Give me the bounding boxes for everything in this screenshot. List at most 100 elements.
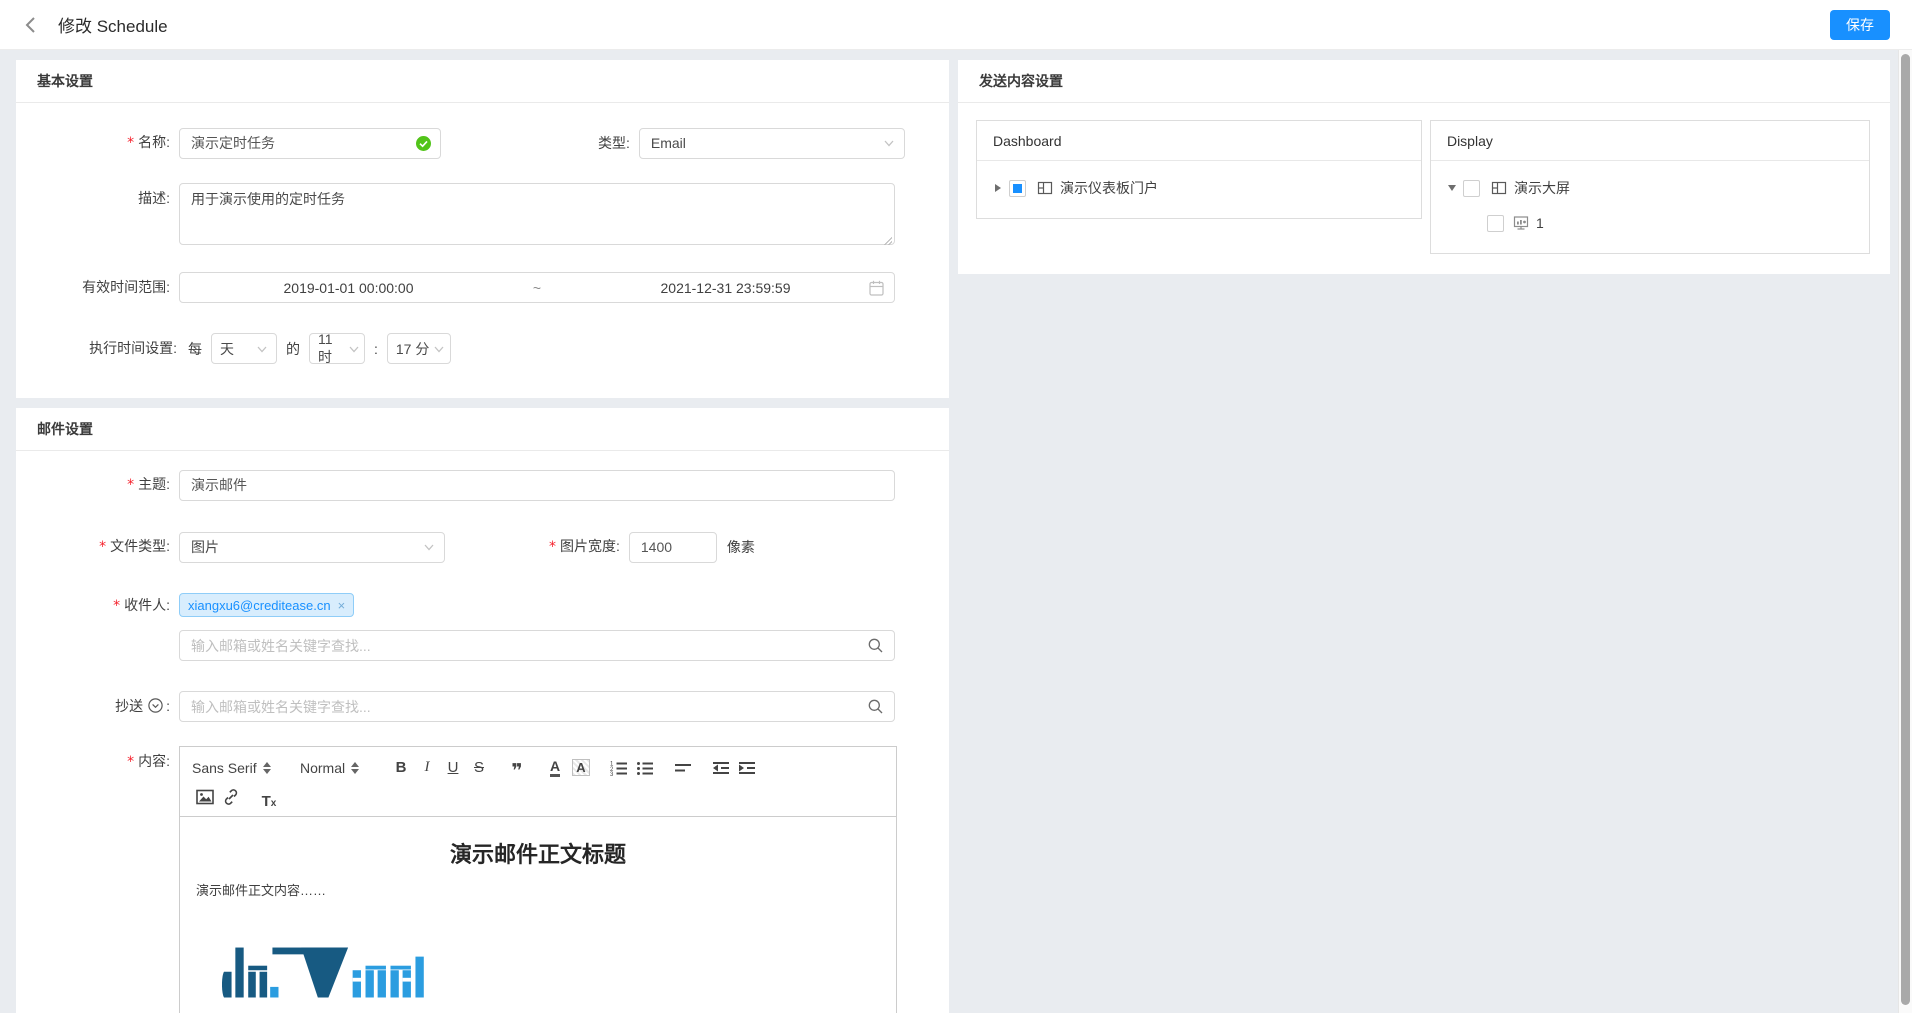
date-range-picker[interactable]: 2019-01-01 00:00:00 ~ 2021-12-31 23:59:5… (179, 272, 895, 303)
description-field-wrap: 用于演示使用的定时任务 (179, 183, 895, 248)
display-tree-item[interactable]: 演示大屏 (1441, 176, 1857, 200)
dashboard-tree: 演示仪表板门户 (977, 161, 1421, 218)
insert-link-button[interactable] (218, 785, 244, 809)
display-panel-title: Display (1431, 121, 1869, 161)
insert-image-button[interactable] (192, 785, 218, 809)
strikethrough-button[interactable]: S (466, 756, 492, 780)
frequency-select[interactable]: 天 (211, 333, 277, 364)
required-mark: * (113, 598, 120, 614)
required-mark: * (127, 477, 134, 493)
cc-search-input[interactable] (179, 691, 895, 722)
content-label: *内容: (16, 746, 179, 778)
dashboard-checkbox-indeterminate[interactable] (1009, 180, 1026, 197)
recipient-tag[interactable]: xiangxu6@creditease.cn × (179, 593, 354, 617)
clear-format-button[interactable]: Tx (256, 785, 282, 809)
display-item-label: 演示大屏 (1514, 178, 1570, 198)
background-color-button[interactable]: A (568, 756, 594, 780)
layout-icon (1037, 180, 1053, 196)
type-select[interactable]: Email (639, 128, 905, 159)
mail-body-text: 演示邮件正文内容…… (196, 880, 880, 899)
display-child-label: 1 (1536, 215, 1544, 231)
chevron-left-icon (22, 16, 40, 34)
indent-icon (738, 759, 756, 777)
frequency-value: 天 (220, 339, 256, 359)
cc-label: 抄送: (16, 691, 179, 722)
outdent-button[interactable] (708, 756, 734, 780)
collapse-caret[interactable] (1441, 185, 1463, 191)
subject-input[interactable] (179, 470, 895, 501)
display-tree-child-item[interactable]: 1 (1441, 211, 1857, 235)
valid-range-label: 有效时间范围: (16, 272, 179, 303)
minute-value: 17 分 (396, 339, 433, 359)
required-mark: * (127, 754, 134, 770)
caret-down-icon (1448, 185, 1456, 191)
range-end-value: 2021-12-31 23:59:59 (557, 280, 894, 296)
basic-settings-title: 基本设置 (16, 60, 949, 103)
back-button[interactable] (18, 12, 44, 38)
bold-button[interactable]: B (388, 756, 414, 780)
editor-content-area[interactable]: 演示邮件正文标题 演示邮件正文内容…… (180, 817, 896, 1013)
expand-caret[interactable] (987, 184, 1009, 192)
filetype-select[interactable]: 图片 (179, 532, 445, 563)
picker-arrows-icon (351, 762, 359, 774)
toolbar-row-1: Sans Serif Normal B I U S (192, 754, 886, 781)
text-color-letter: A (550, 759, 560, 777)
page-title: 修改 Schedule (58, 12, 168, 37)
name-type-row: *名称: 类型: Email (16, 127, 913, 159)
filetype-label: *文件类型: (16, 531, 179, 563)
ordered-list-button[interactable]: 123 (606, 756, 632, 780)
dashboard-item-label: 演示仪表板门户 (1060, 178, 1158, 198)
resize-grip[interactable] (883, 236, 892, 245)
display-checkbox[interactable] (1463, 180, 1480, 197)
vertical-scrollbar[interactable] (1898, 50, 1912, 1013)
text-color-button[interactable]: A (542, 756, 568, 780)
cc-search-wrap (179, 691, 895, 722)
recipients-search-input[interactable] (179, 630, 895, 661)
bullet-list-button[interactable] (632, 756, 658, 780)
rich-text-editor: Sans Serif Normal B I U S (179, 746, 897, 1013)
svg-text:3: 3 (610, 772, 614, 777)
calendar-icon[interactable] (869, 280, 884, 296)
search-icon[interactable] (868, 638, 883, 653)
size-picker[interactable]: Normal (300, 760, 366, 776)
search-icon[interactable] (868, 699, 883, 714)
background-color-letter: A (572, 759, 589, 776)
name-label: *名称: (16, 127, 179, 159)
hour-select[interactable]: 11 时 (309, 333, 365, 364)
name-input[interactable] (179, 128, 441, 159)
italic-button[interactable]: I (414, 756, 440, 780)
description-row: 描述: 用于演示使用的定时任务 (16, 183, 913, 248)
display-child-checkbox[interactable] (1487, 215, 1504, 232)
mail-settings-title: 邮件设置 (16, 408, 949, 451)
required-mark: * (127, 135, 134, 151)
display-panel: Display 演示大屏 1 (1430, 120, 1870, 254)
blockquote-button[interactable]: ❞ (504, 756, 530, 780)
recipients-label: *收件人: (16, 593, 179, 618)
image-width-input[interactable] (629, 532, 717, 563)
required-mark: * (549, 539, 556, 555)
scrollbar-thumb[interactable] (1901, 54, 1910, 1005)
down-circle-icon[interactable] (148, 698, 163, 713)
underline-button[interactable]: U (440, 756, 466, 780)
minute-select[interactable]: 17 分 (387, 333, 451, 364)
font-picker-value: Sans Serif (192, 760, 257, 776)
send-content-title: 发送内容设置 (958, 60, 1890, 103)
mail-body-title: 演示邮件正文标题 (196, 837, 880, 869)
save-button[interactable]: 保存 (1830, 10, 1890, 40)
font-picker[interactable]: Sans Serif (192, 760, 278, 776)
align-button[interactable] (670, 756, 696, 780)
clear-format-letter: T (262, 794, 271, 809)
chevron-down-icon (423, 541, 435, 553)
image-width-unit: 像素 (727, 537, 755, 557)
align-icon (674, 759, 692, 777)
required-mark: * (99, 539, 106, 555)
right-column: 发送内容设置 Dashboard 演示仪表板门户 Display (958, 60, 1890, 1013)
send-content-card: 发送内容设置 Dashboard 演示仪表板门户 Display (958, 60, 1890, 274)
indent-button[interactable] (734, 756, 760, 780)
topbar: 修改 Schedule 保存 (0, 0, 1912, 50)
editor-toolbar: Sans Serif Normal B I U S (180, 747, 896, 817)
description-textarea[interactable]: 用于演示使用的定时任务 (179, 183, 895, 245)
time-colon: : (374, 341, 378, 357)
tag-close-icon[interactable]: × (338, 598, 346, 613)
dashboard-tree-item[interactable]: 演示仪表板门户 (987, 176, 1409, 200)
